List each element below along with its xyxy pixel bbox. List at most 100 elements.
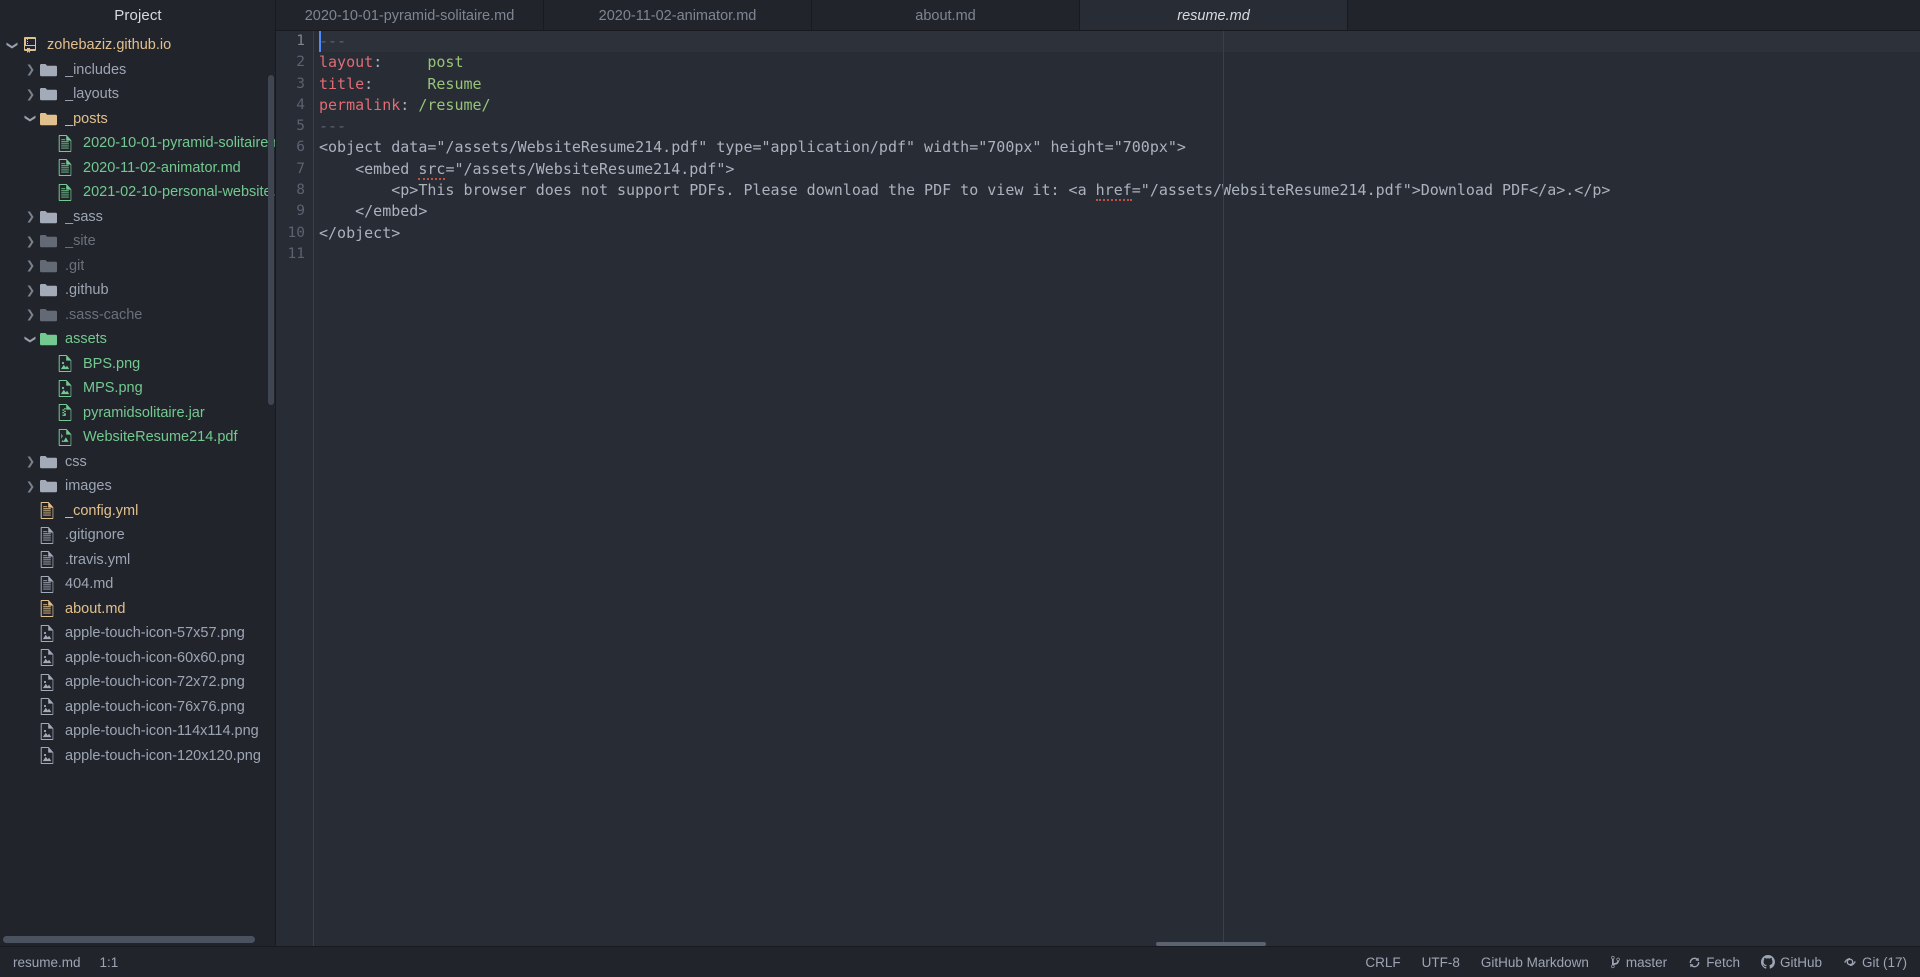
tree-item[interactable]: ❯ .github [0,278,276,303]
status-cursor-position[interactable]: 1:1 [100,955,119,970]
chevron-right-icon[interactable]: ❯ [24,211,37,222]
tab-2020-11-02-animator.md[interactable]: 2020-11-02-animator.md [544,0,812,30]
tree-item[interactable]: apple-touch-icon-60x60.png [0,646,276,671]
code-line[interactable]: title: Resume [319,74,1920,95]
tree-item[interactable]: apple-touch-icon-57x57.png [0,621,276,646]
project-panel-title: Project [114,7,162,24]
tree-item[interactable]: 2020-11-02-animator.md [0,156,276,181]
tree-item[interactable]: _config.yml [0,499,276,524]
folder-icon [40,479,59,493]
text-editor[interactable]: 1 2 3 4 5 6 7 8 9 10 11 --- layout: post title: Resu… [276,31,1920,946]
tab-2020-10-01-pyramid-solitaire.md[interactable]: 2020-10-01-pyramid-solitaire.md [276,0,544,30]
code-token: <p>This browser does not support PDFs. P… [319,181,1096,200]
code-line[interactable]: <embed src="/assets/WebsiteResume214.pdf… [319,159,1920,180]
tab-about.md[interactable]: about.md [812,0,1080,30]
tree-item[interactable]: ❯ _posts [0,107,276,132]
chevron-right-icon[interactable]: ❯ [24,64,37,75]
code-line[interactable]: </embed> [319,201,1920,222]
status-grammar[interactable]: GitHub Markdown [1481,955,1589,970]
tree-item-label: apple-touch-icon-57x57.png [65,625,245,641]
tree-item[interactable]: WebsiteResume214.pdf [0,425,276,450]
status-git-changes[interactable]: Git (17) [1843,955,1907,970]
code-token: layout [319,53,374,72]
status-github-label: GitHub [1779,954,1822,970]
status-fetch[interactable]: Fetch [1688,955,1740,970]
tree-item[interactable]: ❯ css [0,450,276,475]
git-branch-icon [1610,955,1621,969]
tree-item[interactable]: ❯ zohebaziz.github.io [0,33,276,58]
tree-item[interactable]: apple-touch-icon-76x76.png [0,695,276,720]
workspace: Project ❯ zohebaziz.github.io ❯ _includes ❯ _… [0,0,1920,946]
code-line[interactable]: </object> [319,223,1920,244]
code-line[interactable]: permalink: /resume/ [319,95,1920,116]
tree-item[interactable]: ❯ _layouts [0,82,276,107]
chevron-right-icon[interactable]: ❯ [24,285,37,296]
code-token: post [427,53,464,72]
code-line[interactable]: --- [319,116,1920,137]
chevron-right-icon[interactable]: ❯ [24,309,37,320]
text-cursor [319,31,321,53]
chevron-right-icon[interactable]: ❯ [24,456,37,467]
tree-item[interactable]: 2020-10-01-pyramid-solitaire.md [0,131,276,156]
code-line[interactable]: <p>This browser does not support PDFs. P… [319,180,1920,202]
code-token: <embed [319,159,419,178]
status-line-ending[interactable]: CRLF [1365,955,1400,970]
status-filename[interactable]: resume.md [13,955,81,970]
chevron-down-icon[interactable]: ❯ [24,333,37,346]
folder-icon [40,112,59,126]
tree-item[interactable]: ❯ _site [0,229,276,254]
file-binary-icon [58,404,77,422]
tab-title: 2020-10-01-pyramid-solitaire.md [304,7,515,24]
tree-item[interactable]: apple-touch-icon-72x72.png [0,670,276,695]
folder-icon [40,63,59,77]
chevron-right-icon[interactable]: ❯ [24,260,37,271]
file-text-icon [40,502,59,520]
code-line[interactable] [319,244,1920,265]
chevron-right-icon[interactable]: ❯ [24,481,37,492]
status-encoding[interactable]: UTF-8 [1422,955,1460,970]
file-media-icon [40,624,59,642]
code-line[interactable]: --- [319,31,1920,53]
chevron-right-icon[interactable]: ❯ [24,236,37,247]
tree-item[interactable]: ❯ _includes [0,58,276,83]
chevron-down-icon[interactable]: ❯ [24,112,37,125]
chevron-down-icon[interactable]: ❯ [6,39,19,52]
chevron-right-icon[interactable]: ❯ [24,89,37,100]
tree-item[interactable]: .travis.yml [0,548,276,573]
tree-item[interactable]: ❯ images [0,474,276,499]
code-token: </object> [319,223,401,242]
sidebar-horizontal-scrollbar[interactable] [3,936,255,943]
editor-horizontal-scrollbar[interactable] [1156,942,1266,946]
tree-item[interactable]: pyramidsolitaire.jar [0,401,276,426]
tree-item[interactable]: ❯ _sass [0,205,276,230]
sidebar-vertical-scrollbar[interactable] [268,75,274,405]
project-tree[interactable]: ❯ zohebaziz.github.io ❯ _includes ❯ _layouts ❯… [0,31,276,946]
tree-item[interactable]: .gitignore [0,523,276,548]
status-branch[interactable]: master [1610,955,1667,970]
tree-item[interactable]: ❯ .git [0,254,276,279]
line-number-gutter: 1 2 3 4 5 6 7 8 9 10 11 [276,31,314,946]
tree-item-label: _site [65,233,96,249]
tree-item[interactable]: 2021-02-10-personal-website.md [0,180,276,205]
tab-resume.md[interactable]: resume.md [1080,0,1348,30]
code-line[interactable]: layout: post [319,52,1920,73]
status-github[interactable]: GitHub [1760,954,1822,970]
code-line[interactable]: <object data="/assets/WebsiteResume214.p… [319,137,1920,158]
file-media-icon [40,649,59,667]
tab-title: resume.md [1177,7,1250,24]
tree-item-label: .sass-cache [65,306,143,323]
tree-item[interactable]: ❯ assets [0,327,276,352]
tree-item[interactable]: ❯ .sass-cache [0,303,276,328]
tree-item[interactable]: apple-touch-icon-120x120.png [0,744,276,769]
code-token: /resume/ [418,95,491,114]
status-git-changes-label: Git (17) [1861,954,1907,970]
line-number: 2 [296,54,305,71]
tree-item-label: apple-touch-icon-114x114.png [65,723,259,739]
tree-item[interactable]: apple-touch-icon-114x114.png [0,719,276,744]
tree-item[interactable]: BPS.png [0,352,276,377]
code-content[interactable]: --- layout: post title: Resume permalink: /… [314,31,1920,946]
tree-item[interactable]: about.md [0,597,276,622]
tree-item[interactable]: MPS.png [0,376,276,401]
tree-item[interactable]: 404.md [0,572,276,597]
tree-item-label: 2020-11-02-animator.md [83,159,241,176]
